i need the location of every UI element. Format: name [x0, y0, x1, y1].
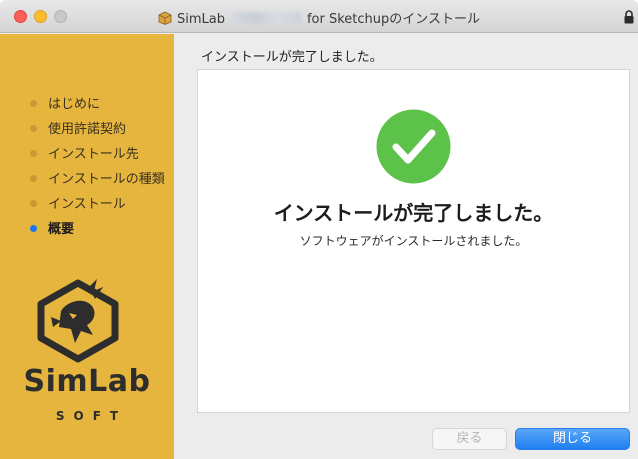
back-button[interactable]: 戻る: [432, 428, 507, 450]
active-step-dot-icon: [30, 225, 37, 232]
lock-icon: [624, 9, 634, 28]
window-title: SimLab for Sketchupのインストール: [0, 8, 638, 29]
step-summary: 概要: [30, 217, 165, 242]
pane-heading: インストールが完了しました。: [201, 50, 383, 65]
sidebar: はじめに 使用許諾契約 インストール先 インストールの種類 インストール 概要 …: [0, 34, 174, 459]
step-dot-icon: [30, 125, 37, 132]
step-label: インストール: [48, 197, 126, 212]
brand-name: SimLab: [23, 364, 151, 399]
step-dot-icon: [30, 200, 37, 207]
step-installation: インストール: [30, 192, 165, 217]
dragon-logo-icon: [37, 279, 119, 363]
title-bar[interactable]: SimLab for Sketchupのインストール: [0, 0, 638, 33]
step-dot-icon: [30, 150, 37, 157]
redacted-version: [230, 12, 301, 24]
step-label: インストール先: [48, 147, 139, 162]
step-label: 概要: [48, 222, 75, 237]
step-dot-icon: [30, 100, 37, 107]
installer-window: SimLab for Sketchupのインストール はじめに 使用許諾契約 イン…: [0, 0, 638, 459]
completion-message: ソフトウェアがインストールされました。: [299, 234, 528, 248]
package-icon: [158, 11, 172, 29]
close-button[interactable]: 閉じる: [515, 428, 630, 450]
window-title-suffix: for Sketchupのインストール: [306, 12, 481, 27]
step-license: 使用許諾契約: [30, 117, 165, 142]
step-label: 使用許諾契約: [48, 122, 127, 137]
step-destination: インストール先: [30, 142, 165, 167]
step-label: インストールの種類: [48, 172, 165, 187]
install-steps: はじめに 使用許諾契約 インストール先 インストールの種類 インストール 概要: [30, 92, 165, 242]
brand-subtitle: SOFT: [55, 409, 128, 423]
checkmark-icon: [376, 109, 451, 184]
completion-title: インストールが完了しました。: [273, 201, 554, 225]
step-installation-type: インストールの種類: [30, 167, 165, 192]
step-dot-icon: [30, 175, 37, 182]
window-title-prefix: SimLab: [176, 12, 225, 27]
step-label: はじめに: [48, 97, 101, 112]
step-introduction: はじめに: [30, 92, 165, 117]
